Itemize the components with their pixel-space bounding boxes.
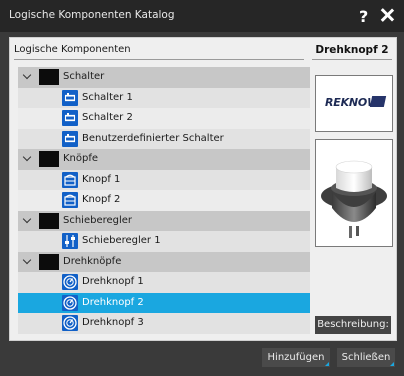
category-icon	[39, 151, 59, 167]
tree-category[interactable]: Drehknöpfe	[18, 251, 310, 272]
preview-title: Drehknopf 2	[315, 44, 389, 56]
tree-item-label: Schalter 2	[82, 112, 133, 123]
tree-item[interactable]: Drehknopf 3	[18, 313, 310, 334]
brand-logo-mark	[369, 96, 387, 107]
close-button-label: Schließen	[341, 352, 391, 363]
corner-accent	[390, 362, 394, 366]
rotary-switch-image	[321, 160, 387, 238]
tree-item[interactable]: Schieberegler 1	[18, 231, 310, 252]
tree-category-label: Drehknöpfe	[63, 255, 122, 267]
tree-item[interactable]: Benutzerdefinierter Schalter	[18, 128, 310, 149]
tree-category-label: Schalter	[63, 71, 105, 82]
tree-category-label: Knöpfe	[63, 153, 99, 164]
brand-logo-panel: REKNOW	[315, 75, 393, 132]
button-icon	[62, 192, 78, 208]
content-panel: Logische Komponenten Schalter Schalter 1S…	[9, 37, 397, 341]
rotary-knob-icon	[62, 294, 78, 311]
component-tree: Schalter Schalter 1 Schalter 2 Benutzerdefi…	[18, 67, 310, 334]
tree-item[interactable]: Knopf 1	[18, 169, 310, 190]
title-bar[interactable]: Logische Komponenten Katalog ?	[0, 0, 404, 32]
preview-divider	[312, 59, 392, 60]
catalog-dialog: Logische Komponenten Katalog ? Logische …	[0, 0, 404, 376]
rotary-knob-icon	[62, 315, 78, 331]
tree-header: Logische Komponenten	[14, 44, 131, 55]
category-icon	[39, 212, 59, 229]
switch-icon	[62, 130, 78, 147]
tree-item-label: Knopf 1	[82, 173, 121, 185]
component-preview-image	[315, 139, 393, 247]
tree-item-label: Drehknopf 3	[82, 317, 144, 328]
tree-item[interactable]: Drehknopf 2	[18, 292, 310, 313]
tree-item-label: Schieberegler 1	[82, 235, 161, 246]
slider-icon	[62, 233, 78, 249]
tree-item-label: Drehknopf 2	[82, 296, 144, 308]
chevron-down-icon[interactable]	[23, 72, 31, 80]
tree-item[interactable]: Drehknopf 1	[18, 272, 310, 293]
tree-category-label: Schieberegler	[63, 214, 133, 226]
tree-item[interactable]: Schalter 2	[18, 108, 310, 129]
button-icon	[62, 171, 78, 188]
tree-item-label: Knopf 2	[82, 194, 121, 205]
tree-item-label: Drehknopf 1	[82, 276, 144, 287]
tree-item[interactable]: Schalter 1	[18, 87, 310, 108]
tree-header-divider	[14, 59, 304, 60]
chevron-down-icon[interactable]	[23, 216, 31, 224]
close-icon[interactable]	[379, 6, 395, 24]
tree-item-label: Benutzerdefinierter Schalter	[82, 132, 224, 144]
add-button-label: Hinzufügen	[267, 352, 325, 363]
corner-accent	[325, 362, 329, 366]
rotary-knob-icon	[62, 274, 78, 290]
switch-icon	[62, 110, 78, 126]
description-button[interactable]: Beschreibung:	[315, 316, 391, 334]
tree-item[interactable]: Knopf 2	[18, 190, 310, 211]
tree-item-label: Schalter 1	[82, 91, 133, 103]
add-button[interactable]: Hinzufügen	[262, 348, 330, 367]
tree-category[interactable]: Schalter	[18, 67, 310, 88]
chevron-down-icon[interactable]	[23, 257, 31, 265]
tree-category[interactable]: Knöpfe	[18, 149, 310, 170]
tree-category[interactable]: Schieberegler	[18, 210, 310, 231]
window-title: Logische Komponenten Katalog	[9, 9, 175, 21]
switch-icon	[62, 89, 78, 106]
category-icon	[39, 69, 59, 85]
chevron-down-icon[interactable]	[23, 154, 31, 162]
help-button[interactable]: ?	[359, 7, 368, 26]
category-icon	[39, 253, 59, 270]
close-button[interactable]: Schließen	[337, 348, 395, 367]
